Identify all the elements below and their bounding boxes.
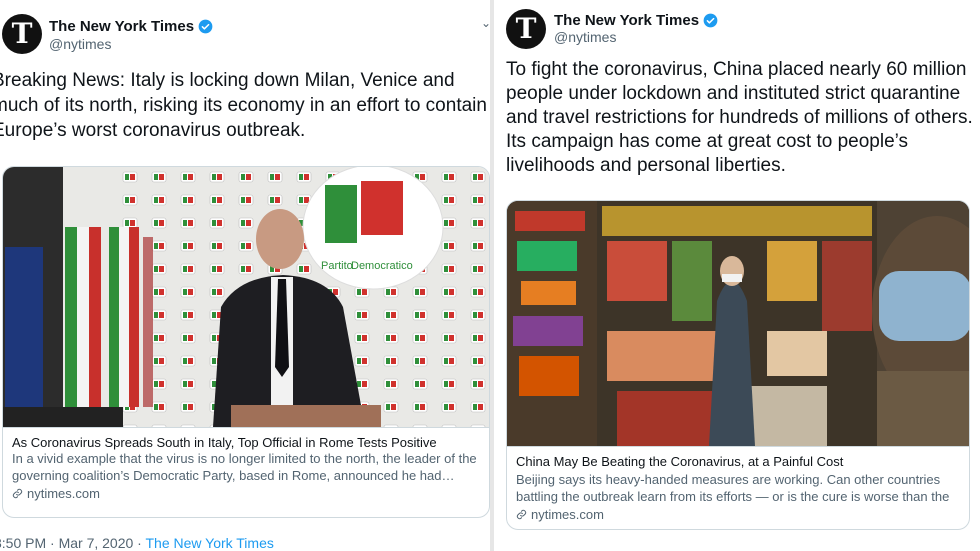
tweet-timestamp[interactable]: 3:50 PM · Mar 7, 2020 · The New York Tim… [0,535,274,551]
card-title[interactable]: As Coronavirus Spreads South in Italy, T… [12,435,481,450]
author-name-text[interactable]: The New York Times [49,18,194,35]
source-link[interactable]: The New York Times [145,535,273,551]
nyt-logo-glyph: T [515,12,537,45]
nyt-logo-glyph: T [11,17,33,50]
press-conference-photo: Partito Democratico [3,167,489,427]
author-handle[interactable]: @nytimes [49,36,111,52]
card-description: In a vivid example that the virus is no … [12,451,477,483]
market-stall-photo [507,201,969,446]
card-domain[interactable]: nytimes.com [516,507,961,522]
card-description: Beijing says its heavy-handed measures a… [516,472,950,504]
card-body: As Coronavirus Spreads South in Italy, T… [3,427,489,501]
tweet-text: To fight the coronavirus, China placed n… [506,59,973,176]
author-name-text[interactable]: The New York Times [554,12,699,29]
author-handle[interactable]: @nytimes [554,29,616,45]
link-icon [516,509,527,520]
verified-badge-icon [703,13,718,28]
card-domain[interactable]: nytimes.com [12,486,481,501]
author-name[interactable]: The New York Times [554,12,718,29]
card-image [507,201,969,446]
card-body: China May Be Beating the Coronavirus, at… [507,446,969,522]
chevron-down-icon[interactable]: ⌄ [481,16,490,30]
link-card[interactable]: Partito Democratico As Coronavirus Sprea… [2,166,490,518]
author-name[interactable]: The New York Times [49,18,213,35]
link-icon [12,488,23,499]
link-card[interactable]: China May Be Beating the Coronavirus, at… [506,200,970,530]
tweet-right: T The New York Times @nytimes To fight t… [494,0,980,551]
card-domain-text[interactable]: nytimes.com [27,486,100,501]
nyt-avatar[interactable]: T [506,9,546,49]
card-image: Partito Democratico [3,167,489,427]
party-logo-text-1: Partito [321,260,353,272]
card-domain-text[interactable]: nytimes.com [531,507,604,522]
party-logo-text-2: Democratico [351,260,413,272]
card-title[interactable]: China May Be Beating the Coronavirus, at… [516,454,961,469]
tweet-left: T The New York Times @nytimes ⌄ Breaking… [0,0,490,551]
timestamp-text[interactable]: 3:50 PM · Mar 7, 2020 · [0,535,145,551]
verified-badge-icon [198,19,213,34]
nyt-avatar[interactable]: T [2,14,42,54]
tweet-text: Breaking News: Italy is locking down Mil… [0,70,487,141]
